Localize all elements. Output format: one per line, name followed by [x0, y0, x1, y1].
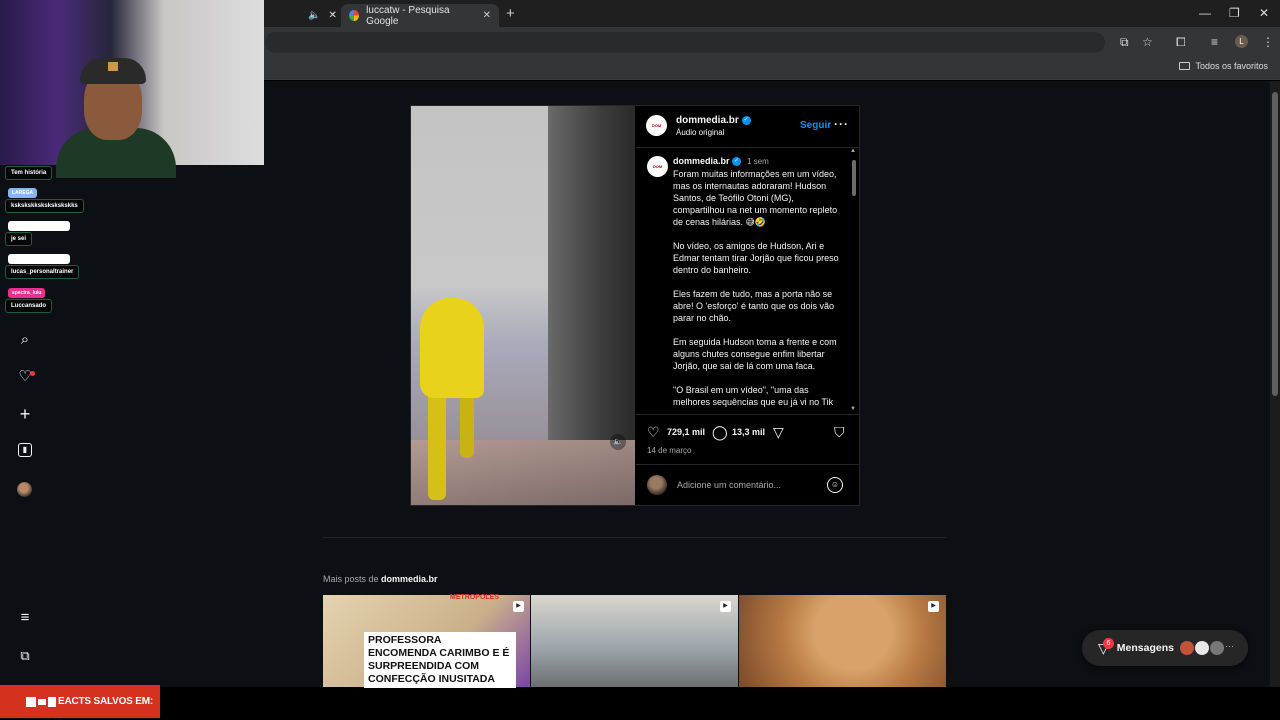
nav-search-icon[interactable]: ⌕ — [16, 331, 34, 349]
section-divider — [323, 537, 946, 538]
chat-message: lucas_personaltrainer — [5, 265, 80, 279]
close-tab-icon[interactable]: ✕ — [328, 10, 336, 21]
verified-badge-icon: ✓ — [732, 157, 742, 167]
address-bar[interactable] — [265, 32, 1105, 53]
comment-input[interactable]: Adicione um comentário... — [677, 480, 781, 490]
current-user-avatar — [647, 475, 667, 495]
scroll-up-icon[interactable]: ▲ — [850, 148, 856, 154]
video-chair-leg — [428, 392, 446, 500]
speaker-icon[interactable]: 🔈 — [308, 10, 320, 21]
reel-icon: ▶ — [513, 601, 524, 612]
follow-button[interactable]: Seguir — [800, 120, 831, 131]
save-bookmark-icon[interactable]: ⛉ — [834, 424, 845, 441]
extensions-icon[interactable]: ⧠ — [1176, 35, 1186, 50]
notification-dot — [30, 371, 35, 376]
more-options-icon[interactable]: ··· — [834, 117, 849, 131]
comment-bubble-icon[interactable]: ◯ — [712, 424, 728, 441]
more-posts-prefix: Mais posts de — [323, 574, 379, 584]
channel-logo-icon — [26, 696, 56, 707]
page-scrollbar-thumb[interactable] — [1272, 92, 1278, 396]
caption-paragraph: Em seguida Hudson toma a frente e com al… — [673, 337, 837, 371]
more-post-thumbnail[interactable] — [739, 595, 946, 687]
all-bookmarks-label: Todos os favoritos — [1195, 61, 1268, 71]
tab-title: luccatw - Pesquisa Google — [366, 4, 450, 27]
more-avatars-icon: ··· — [1225, 641, 1234, 651]
comments-count[interactable]: 13,3 mil — [732, 427, 765, 437]
all-bookmarks-button[interactable]: Todos os favoritos — [1179, 61, 1268, 71]
chat-message: kskskskkskskskskskks — [5, 199, 84, 213]
scroll-down-icon[interactable]: ▼ — [850, 406, 856, 412]
message-avatar — [1180, 641, 1194, 655]
restore-icon[interactable]: ❐ — [1229, 6, 1240, 20]
more-posts-username[interactable]: dommedia.br — [381, 574, 438, 584]
post-caption: Foram muitas informações em um vídeo, ma… — [673, 168, 843, 414]
message-avatar — [1195, 641, 1209, 655]
close-window-icon[interactable]: ✕ — [1259, 6, 1269, 20]
caption-paragraph: Foram muitas informações em um vídeo, ma… — [673, 169, 838, 227]
username-text[interactable]: dommedia.br — [676, 115, 739, 126]
folder-icon — [1179, 62, 1191, 70]
chat-message: Luccansado — [5, 299, 53, 313]
cap-logo — [108, 62, 118, 71]
post-date: 14 de março — [647, 446, 692, 455]
author-avatar[interactable]: DOM — [646, 115, 667, 136]
bookmark-star-icon[interactable]: ☆ — [1142, 35, 1153, 49]
install-app-icon[interactable]: ⧉ — [1120, 35, 1129, 50]
caption-scrollbar-thumb[interactable] — [852, 160, 856, 196]
post-time: 1 sem — [747, 157, 769, 166]
profile-avatar[interactable]: L — [1235, 35, 1248, 48]
likes-count[interactable]: 729,1 mil — [667, 427, 705, 437]
media-control-icon[interactable]: ≡ — [1211, 35, 1218, 49]
minimize-icon[interactable]: — — [1199, 6, 1211, 20]
caption-scrollbar[interactable]: ▲ ▼ — [850, 148, 858, 414]
google-favicon-icon — [349, 10, 360, 21]
thumbnail-headline: PROFESSORA ENCOMENDA CARIMBO E É SURPREE… — [364, 632, 516, 688]
comment-divider — [636, 464, 859, 465]
actions-divider — [636, 414, 859, 415]
reel-icon: ▶ — [928, 601, 939, 612]
more-post-thumbnail[interactable] — [531, 595, 738, 687]
tab-previous[interactable]: 🔈 ✕ — [265, 4, 341, 27]
video-audio-icon[interactable]: 🔈 — [610, 434, 626, 450]
caption-paragraph: No vídeo, os amigos de Hudson, Ari e Edm… — [673, 241, 839, 275]
thumbnail-source-tag: METROPOLES — [450, 594, 500, 601]
username-text[interactable]: dommedia.br — [673, 156, 730, 166]
tab-google-search[interactable]: luccatw - Pesquisa Google ✕ — [341, 4, 499, 27]
like-heart-icon[interactable]: ♡ — [647, 424, 660, 441]
nav-more-menu-icon[interactable]: ≡ — [16, 609, 34, 627]
caption-author[interactable]: dommedia.br ✓ — [673, 156, 742, 167]
caption-paragraph: "O Brasil em um vídeo", "uma das melhore… — [673, 385, 834, 407]
emoji-picker-icon[interactable]: ☺ — [827, 477, 843, 493]
chat-pill: spectra_lulu — [8, 288, 46, 298]
chat-message: je sei — [5, 232, 33, 246]
stream-banner: EACTS SALVOS EM: — [0, 685, 160, 718]
audio-label[interactable]: Áudio original — [676, 128, 724, 137]
verified-badge-icon: ✓ — [741, 115, 751, 125]
messages-label: Mensagens — [1116, 642, 1174, 654]
chat-input-box — [8, 221, 70, 231]
chat-message: Tem história — [5, 166, 53, 180]
caption-paragraph: Eles fazem de tudo, mas a porta não se a… — [673, 289, 835, 323]
messages-badge: 6 — [1103, 638, 1114, 649]
author-username[interactable]: dommedia.br ✓ — [676, 115, 751, 126]
new-tab-button[interactable]: + — [506, 5, 515, 22]
more-posts-heading: Mais posts de dommedia.br — [323, 574, 438, 584]
banner-text: EACTS SALVOS EM: — [58, 696, 153, 707]
video-yellow-chair — [420, 298, 484, 398]
close-tab-icon[interactable]: ✕ — [483, 10, 491, 21]
chat-pill: LAREGA — [8, 188, 38, 198]
nav-dashboard-icon[interactable]: ▮ — [18, 443, 32, 457]
nav-threads-apps-icon[interactable]: ⧉ — [16, 647, 34, 665]
nav-profile-avatar[interactable] — [17, 482, 32, 497]
video-wall-shadow — [548, 106, 635, 482]
video-chair-leg — [460, 388, 474, 458]
message-avatar — [1210, 641, 1224, 655]
reel-icon: ▶ — [720, 601, 731, 612]
share-send-icon[interactable]: ▽ — [773, 424, 784, 441]
caption-author-avatar[interactable]: DOM — [647, 156, 668, 177]
chat-input-box — [8, 254, 70, 264]
nav-create-icon[interactable]: + — [16, 405, 34, 423]
browser-menu-icon[interactable]: ⋮ — [1262, 35, 1274, 49]
